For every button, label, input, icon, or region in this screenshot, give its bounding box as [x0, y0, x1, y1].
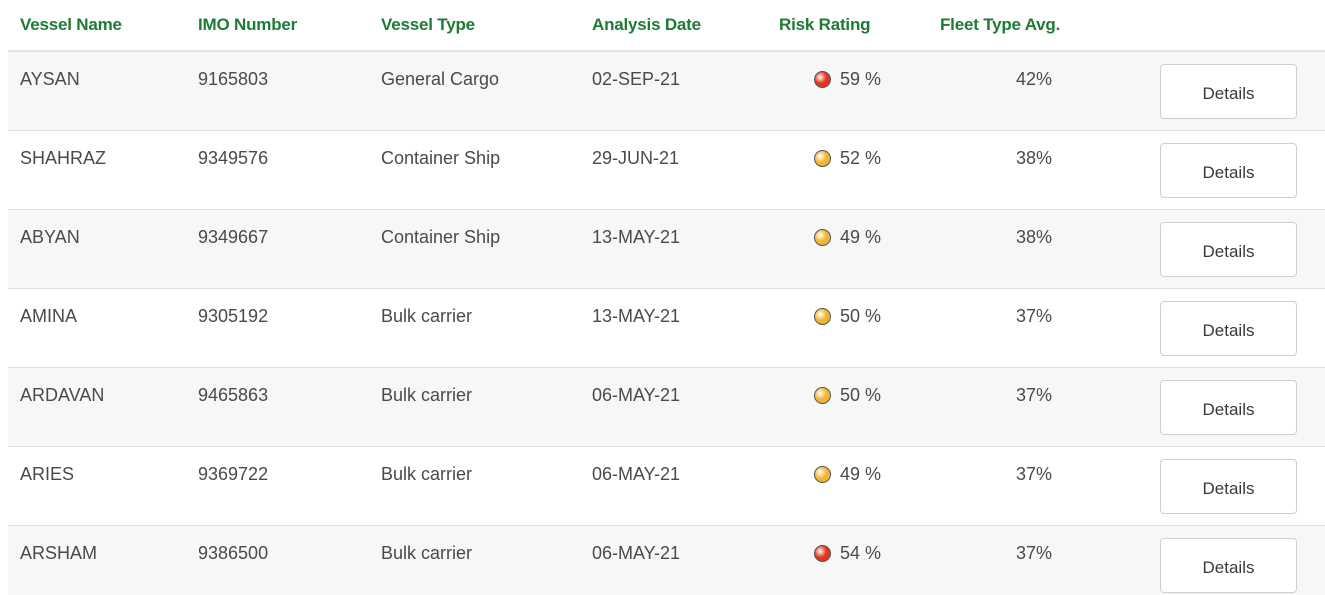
header-imo-number[interactable]: IMO Number	[198, 15, 297, 35]
risk-rating: 59 %	[814, 69, 881, 90]
table-row: AYSAN 9165803 General Cargo 02-SEP-21 59…	[8, 52, 1325, 131]
fleet-type-avg: 37%	[1015, 306, 1052, 326]
vessel-table: Vessel Name IMO Number Vessel Type Analy…	[8, 0, 1325, 595]
details-button[interactable]: Details	[1160, 222, 1297, 277]
vessel-name: ARDAVAN	[20, 385, 105, 405]
details-button[interactable]: Details	[1160, 143, 1297, 198]
table-header: Vessel Name IMO Number Vessel Type Analy…	[8, 0, 1325, 52]
vessel-type: General Cargo	[381, 69, 500, 89]
risk-status-dot-icon	[814, 308, 831, 325]
header-vessel-type[interactable]: Vessel Type	[381, 15, 475, 35]
table-row: AMINA 9305192 Bulk carrier 13-MAY-21 50 …	[8, 289, 1325, 368]
analysis-date: 13-MAY-21	[592, 306, 681, 326]
risk-value: 52 %	[840, 148, 882, 168]
risk-value: 49 %	[840, 227, 882, 247]
table-row: ARIES 9369722 Bulk carrier 06-MAY-21 49 …	[8, 447, 1325, 526]
vessel-type: Bulk carrier	[381, 306, 473, 326]
table-row: ABYAN 9349667 Container Ship 13-MAY-21 4…	[8, 210, 1325, 289]
vessel-type: Bulk carrier	[381, 464, 473, 484]
imo-number: 9349576	[198, 148, 269, 168]
risk-rating: 50 %	[814, 306, 881, 327]
imo-number: 9305192	[198, 306, 269, 326]
risk-status-dot-icon	[814, 71, 831, 88]
vessel-name: ARIES	[20, 464, 75, 484]
analysis-date: 13-MAY-21	[592, 227, 681, 247]
vessel-type: Bulk carrier	[381, 543, 473, 563]
table-row: SHAHRAZ 9349576 Container Ship 29-JUN-21…	[8, 131, 1325, 210]
risk-status-dot-icon	[814, 545, 831, 562]
risk-status-dot-icon	[814, 466, 831, 483]
risk-rating: 50 %	[814, 385, 881, 406]
risk-value: 54 %	[840, 543, 882, 563]
risk-rating: 54 %	[814, 543, 881, 564]
details-button[interactable]: Details	[1160, 380, 1297, 435]
details-button[interactable]: Details	[1160, 301, 1297, 356]
imo-number: 9465863	[198, 385, 269, 405]
analysis-date: 06-MAY-21	[592, 464, 681, 484]
vessel-name: AYSAN	[20, 69, 80, 89]
risk-value: 50 %	[840, 306, 882, 326]
table-row: ARSHAM 9386500 Bulk carrier 06-MAY-21 54…	[8, 526, 1325, 595]
fleet-type-avg: 38%	[1015, 227, 1052, 247]
analysis-date: 06-MAY-21	[592, 385, 681, 405]
imo-number: 9349667	[198, 227, 269, 247]
analysis-date: 29-JUN-21	[592, 148, 680, 168]
fleet-type-avg: 37%	[1015, 543, 1052, 563]
fleet-type-avg: 37%	[1015, 385, 1052, 405]
fleet-type-avg: 37%	[1015, 464, 1052, 484]
vessel-name: AMINA	[20, 306, 78, 326]
risk-value: 50 %	[840, 385, 882, 405]
imo-number: 9386500	[198, 543, 269, 563]
vessel-type: Container Ship	[381, 148, 501, 168]
risk-value: 49 %	[840, 464, 882, 484]
analysis-date: 06-MAY-21	[592, 543, 681, 563]
header-analysis-date[interactable]: Analysis Date	[592, 15, 701, 35]
risk-status-dot-icon	[814, 150, 831, 167]
risk-rating: 49 %	[814, 464, 881, 485]
vessel-name: SHAHRAZ	[20, 148, 107, 168]
table-row: ARDAVAN 9465863 Bulk carrier 06-MAY-21 5…	[8, 368, 1325, 447]
risk-rating: 49 %	[814, 227, 881, 248]
fleet-type-avg: 38%	[1015, 148, 1052, 168]
risk-status-dot-icon	[814, 387, 831, 404]
header-risk-rating[interactable]: Risk Rating	[779, 15, 871, 35]
fleet-type-avg: 42%	[1015, 69, 1052, 89]
vessel-name: ABYAN	[20, 227, 80, 247]
vessel-type: Container Ship	[381, 227, 501, 247]
imo-number: 9369722	[198, 464, 269, 484]
details-button[interactable]: Details	[1160, 538, 1297, 593]
vessel-type: Bulk carrier	[381, 385, 473, 405]
header-fleet-type-avg[interactable]: Fleet Type Avg.	[940, 15, 1060, 35]
risk-status-dot-icon	[814, 229, 831, 246]
risk-rating: 52 %	[814, 148, 881, 169]
analysis-date: 02-SEP-21	[592, 69, 681, 89]
details-button[interactable]: Details	[1160, 459, 1297, 514]
header-vessel-name[interactable]: Vessel Name	[20, 15, 122, 35]
vessel-name: ARSHAM	[20, 543, 98, 563]
imo-number: 9165803	[198, 69, 269, 89]
risk-value: 59 %	[840, 69, 882, 89]
details-button[interactable]: Details	[1160, 64, 1297, 119]
